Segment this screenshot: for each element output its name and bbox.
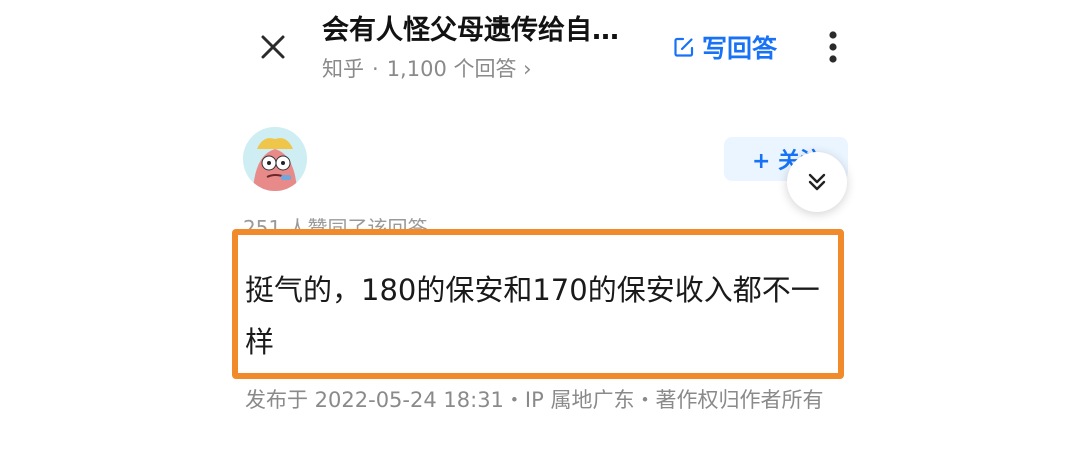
answer-meta: 发布于 2022-05-24 18:31・IP 属地广东・著作权归作者所有 (245, 388, 824, 412)
close-icon (261, 35, 285, 59)
answer-count: 1,100 个回答 (386, 57, 517, 81)
close-button[interactable] (256, 30, 290, 64)
avatar-image (243, 127, 307, 191)
question-subtitle[interactable]: 知乎 · 1,100 个回答 › (322, 54, 532, 84)
separator-dot: · (372, 57, 379, 81)
more-vertical-icon (829, 31, 837, 63)
answer-content[interactable]: 挺气的，180的保安和170的保安收入都不一样 (245, 264, 845, 368)
write-answer-button[interactable]: 写回答 (672, 30, 777, 64)
chevrons-down-icon (808, 173, 826, 191)
write-answer-label: 写回答 (702, 34, 778, 63)
author-avatar[interactable] (243, 127, 307, 191)
edit-icon (674, 37, 694, 57)
chevron-right-icon: › (523, 57, 532, 81)
collapse-button[interactable] (787, 152, 847, 212)
question-title[interactable]: 会有人怪父母遗传给自… (322, 14, 672, 48)
more-button[interactable] (826, 28, 840, 66)
source-label: 知乎 (322, 57, 364, 81)
